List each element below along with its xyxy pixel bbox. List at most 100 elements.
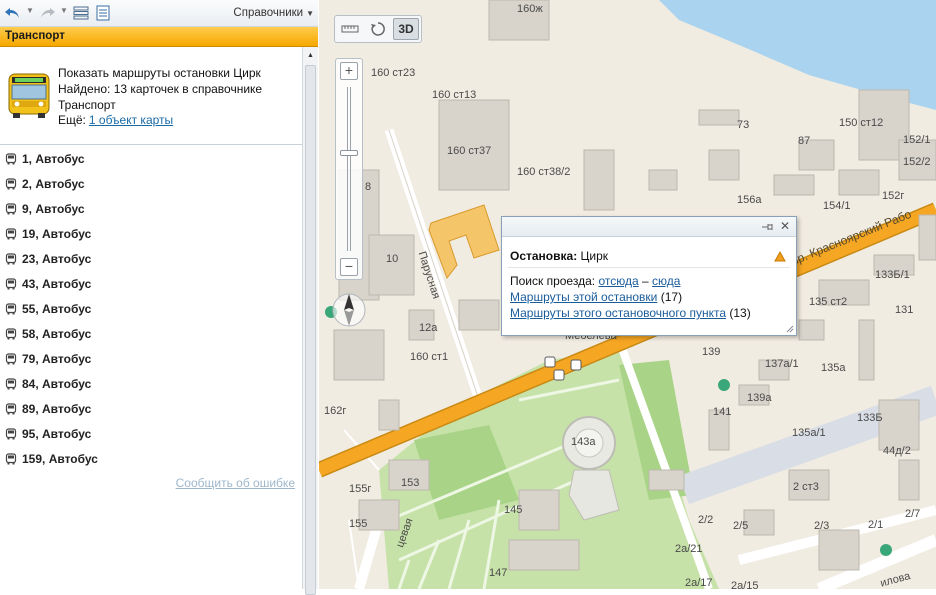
stop-popup: ✕ Остановка: Цирк Поиск проезда: отсюда … xyxy=(501,216,797,336)
list-icon[interactable] xyxy=(70,4,92,22)
route-label: 58, Автобус xyxy=(22,326,92,341)
bus-route-icon xyxy=(5,402,17,414)
route-label: 84, Автобус xyxy=(22,376,92,391)
map-label: 145 xyxy=(504,504,523,516)
map-label: 147 xyxy=(489,567,508,579)
print-icon[interactable] xyxy=(92,4,114,22)
section-title: Транспорт xyxy=(5,30,65,42)
map-label: 2 ст3 xyxy=(793,481,819,493)
route-label: 55, Автобус xyxy=(22,301,92,316)
warning-icon[interactable] xyxy=(774,251,786,262)
map-label: 162г xyxy=(324,405,347,417)
route-search-label: Поиск проезда: xyxy=(510,274,596,288)
map-label: 143а xyxy=(571,436,596,448)
rotate-icon[interactable] xyxy=(365,18,391,40)
zoom-out-button[interactable]: − xyxy=(340,258,358,276)
resize-grip-icon[interactable] xyxy=(786,325,794,333)
route-item[interactable]: 95, Автобус xyxy=(0,421,300,446)
stop-point-routes-line: Маршруты этого остановочного пункта (13) xyxy=(510,306,751,320)
close-icon[interactable]: ✕ xyxy=(780,219,790,233)
ruler-icon[interactable] xyxy=(337,18,363,40)
route-item[interactable]: 55, Автобус xyxy=(0,296,300,321)
map-label: 2/1 xyxy=(868,519,884,531)
stop-point-routes-link[interactable]: Маршруты этого остановочного пункта xyxy=(510,306,726,320)
route-item[interactable]: 2, Автобус xyxy=(0,171,300,196)
route-search-line: Поиск проезда: отсюда – сюда xyxy=(510,274,680,288)
scrollbar[interactable]: ▲ xyxy=(302,47,318,595)
bus-icon xyxy=(8,73,50,118)
map-label: 160 ст38/2 xyxy=(517,166,571,178)
route-item[interactable]: 89, Автобус xyxy=(0,396,300,421)
map-label: 2а/21 xyxy=(675,543,703,555)
map-label: 153 xyxy=(401,477,420,489)
scroll-up-icon[interactable]: ▲ xyxy=(307,52,314,59)
undo-dropdown-icon[interactable]: ▼ xyxy=(26,6,34,15)
popup-title-value: Цирк xyxy=(580,249,609,263)
zoom-slider-thumb[interactable] xyxy=(340,149,358,156)
map-label: 141 xyxy=(713,406,732,418)
redo-dropdown-icon[interactable]: ▼ xyxy=(60,6,68,15)
info-more: Ещё: 1 объект карты xyxy=(58,113,173,127)
zoom-in-button[interactable]: + xyxy=(340,62,358,80)
map-label: 137а/1 xyxy=(765,358,799,370)
route-item[interactable]: 1, Автобус xyxy=(0,146,300,171)
bus-route-icon xyxy=(5,452,17,464)
compass-icon[interactable] xyxy=(331,288,367,330)
reference-menu[interactable]: Справочники ▼ xyxy=(233,7,314,19)
stop-routes-count: (17) xyxy=(660,290,683,304)
undo-icon[interactable] xyxy=(2,4,24,22)
map-label: 152/2 xyxy=(903,156,931,168)
map-label: 133Б xyxy=(857,412,883,424)
scrollbar-thumb[interactable] xyxy=(305,65,316,595)
3d-mode-button[interactable]: 3D xyxy=(393,18,419,40)
map-label: 2/5 xyxy=(733,520,749,532)
map-label: 139а xyxy=(747,392,772,404)
route-item[interactable]: 79, Автобус xyxy=(0,346,300,371)
map-label: 2а/17 xyxy=(685,577,713,589)
map-label: 160 ст13 xyxy=(432,89,477,101)
report-error-link[interactable]: Сообщить об ошибке xyxy=(176,476,295,490)
route-label: 23, Автобус xyxy=(22,251,92,266)
map-view[interactable]: 160ж 160 ст23 160 ст13 160 ст37 160 ст38/2 73… xyxy=(319,0,936,589)
map-label: 160ж xyxy=(517,3,543,15)
bus-route-icon xyxy=(5,327,17,339)
pin-icon[interactable] xyxy=(760,220,774,234)
map-label: 155г xyxy=(349,483,372,495)
route-label: 79, Автобус xyxy=(22,351,92,366)
route-item[interactable]: 159, Автобус xyxy=(0,446,300,471)
map-label: 2а/15 xyxy=(731,580,759,589)
map-label: 160 ст37 xyxy=(447,145,492,157)
route-item[interactable]: 43, Автобус xyxy=(0,271,300,296)
route-item[interactable]: 23, Автобус xyxy=(0,246,300,271)
map-label: 156а xyxy=(737,194,762,206)
info-title: Показать маршруты остановки Цирк xyxy=(58,66,261,80)
route-label: 19, Автобус xyxy=(22,226,92,241)
bus-route-icon xyxy=(5,202,17,214)
chevron-down-icon: ▼ xyxy=(306,9,314,18)
redo-icon[interactable] xyxy=(36,4,58,22)
map-label: 135 ст2 xyxy=(809,296,848,308)
map-label: 152г xyxy=(882,190,905,202)
to-here-link[interactable]: сюда xyxy=(652,274,680,288)
stop-routes-link[interactable]: Маршруты этой остановки xyxy=(510,290,657,304)
dash: – xyxy=(641,274,649,288)
stop-point-routes-count: (13) xyxy=(729,306,751,320)
stop-routes-line: Маршруты этой остановки (17) xyxy=(510,290,682,304)
popup-divider xyxy=(508,267,790,268)
bus-route-icon xyxy=(5,352,17,364)
popup-title: Остановка: Цирк xyxy=(510,249,608,263)
route-item[interactable]: 19, Автобус xyxy=(0,221,300,246)
bus-route-icon xyxy=(5,277,17,289)
from-here-link[interactable]: отсюда xyxy=(598,274,638,288)
zoom-track[interactable] xyxy=(347,87,351,251)
map-label: 152/1 xyxy=(903,134,931,146)
map-object-link[interactable]: 1 объект карты xyxy=(89,113,173,127)
bus-route-icon xyxy=(5,302,17,314)
map-label: 150 ст12 xyxy=(839,117,884,129)
route-item[interactable]: 9, Автобус xyxy=(0,196,300,221)
route-label: 89, Автобус xyxy=(22,401,92,416)
zoom-control: + − xyxy=(335,58,363,280)
map-label: 2/2 xyxy=(698,514,714,526)
route-item[interactable]: 84, Автобус xyxy=(0,371,300,396)
route-item[interactable]: 58, Автобус xyxy=(0,321,300,346)
